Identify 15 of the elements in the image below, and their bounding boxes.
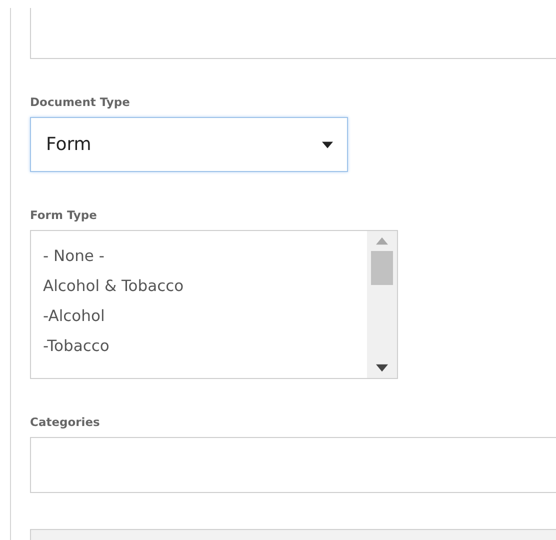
- field-label: Categories: [30, 415, 101, 429]
- list-option[interactable]: - None -: [43, 241, 367, 271]
- field-label: Form Type: [30, 208, 98, 222]
- scroll-down-icon[interactable]: [376, 364, 388, 372]
- caret-icon: [322, 140, 333, 148]
- text-area[interactable]: [30, 8, 556, 59]
- list-option[interactable]: -Tobacco: [43, 331, 367, 361]
- field-label: Document Type: [30, 95, 131, 109]
- text-field[interactable]: [30, 437, 556, 493]
- scrollbar[interactable]: [367, 231, 397, 378]
- list-option[interactable]: Alcohol & Tobacco: [43, 271, 367, 301]
- scroll-up-icon[interactable]: [376, 237, 388, 245]
- scroll-thumb[interactable]: [371, 251, 393, 285]
- list-option[interactable]: -Alcohol: [43, 301, 367, 331]
- document-type-select[interactable]: Form: [30, 117, 348, 172]
